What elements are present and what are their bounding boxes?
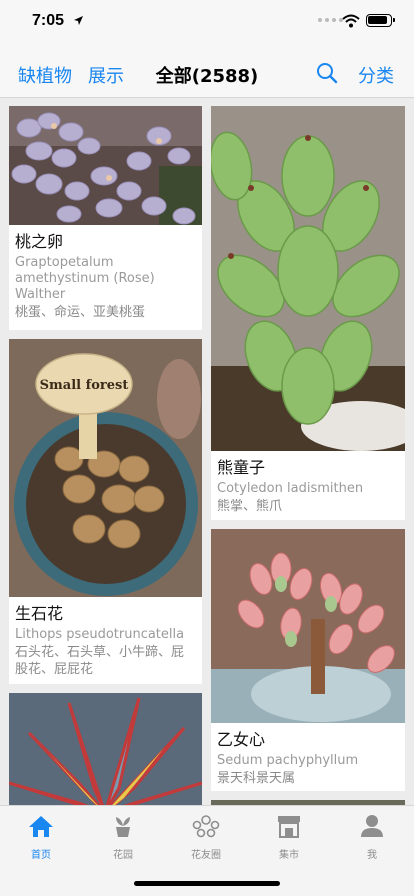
shop-icon [278, 816, 300, 838]
plant-aliases: 桃蛋、命运、亚美桃蛋 [15, 305, 146, 320]
plant-latin-name: Cotyledon ladismithen [217, 481, 364, 496]
person-icon [361, 815, 383, 837]
tab-label: 集市 [279, 850, 299, 861]
home-indicator [134, 881, 280, 886]
plant-aliases: 景天科景天属 [217, 771, 296, 786]
friends-icon [192, 815, 220, 838]
tab-label: 花友圈 [191, 850, 221, 861]
battery-icon [366, 14, 395, 27]
plant-name: 熊童子 [217, 458, 266, 477]
cellular-signal-icon [318, 18, 343, 22]
status-time: 7:05 [32, 12, 65, 29]
tab-home[interactable]: 首页 [0, 814, 82, 861]
tab-label: 花园 [113, 850, 133, 861]
plant-card[interactable] [9, 693, 202, 805]
plant-latin-name: Sedum pachyphyllum [217, 753, 359, 768]
plant-photo [9, 693, 202, 805]
plant-card[interactable]: 乙女心 Sedum pachyphyllum 景天科景天属 [211, 529, 405, 791]
plant-aliases: 熊掌、熊爪 [217, 499, 283, 514]
plant-photo [9, 106, 202, 225]
tab-label: 首页 [31, 850, 51, 861]
pot-plant-icon [116, 817, 130, 837]
tab-friends[interactable]: 花友圈 [165, 814, 247, 861]
plant-feed[interactable]: 桃之卵 Graptopetalum amethystinum (Rose) Wa… [0, 99, 414, 805]
tab-market[interactable]: 集市 [248, 814, 330, 861]
nav-bar: 全部(2588) 缺植物 展示 分类 [0, 44, 414, 98]
plant-card[interactable]: 桃之卵 Graptopetalum amethystinum (Rose) Wa… [9, 106, 202, 330]
plant-card[interactable]: Small forest 生石花 Lithops pseudotruncatel… [9, 339, 202, 684]
location-arrow-icon [74, 16, 83, 25]
plant-photo [211, 529, 405, 723]
missing-plants-button[interactable]: 缺植物 [18, 62, 72, 88]
plant-name: 乙女心 [217, 730, 266, 749]
tab-me[interactable]: 我 [331, 814, 413, 861]
wifi-icon [342, 14, 360, 28]
plant-aliases: 石头花、石头草、小牛蹄、屁股花、屁屁花 [15, 645, 185, 677]
plant-name: 桃之卵 [15, 232, 64, 251]
status-bar: 7:05 [0, 0, 414, 44]
plant-card[interactable]: 熊童子 Cotyledon ladismithen 熊掌、熊爪 [211, 106, 405, 520]
plant-name: 生石花 [15, 604, 64, 623]
home-icon [29, 816, 53, 837]
tab-garden[interactable]: 花园 [82, 814, 164, 861]
showcase-button[interactable]: 展示 [88, 62, 124, 88]
category-button[interactable]: 分类 [358, 62, 394, 88]
tab-label: 我 [367, 850, 377, 861]
plant-photo [211, 106, 405, 451]
plant-latin-name: Lithops pseudotruncatella [15, 627, 185, 642]
plant-photo: Small forest [9, 339, 202, 597]
search-icon[interactable] [316, 62, 338, 84]
plant-latin-name: Graptopetalum amethystinum (Rose) Walthe… [15, 255, 155, 302]
sign-text: Small forest [40, 378, 129, 393]
